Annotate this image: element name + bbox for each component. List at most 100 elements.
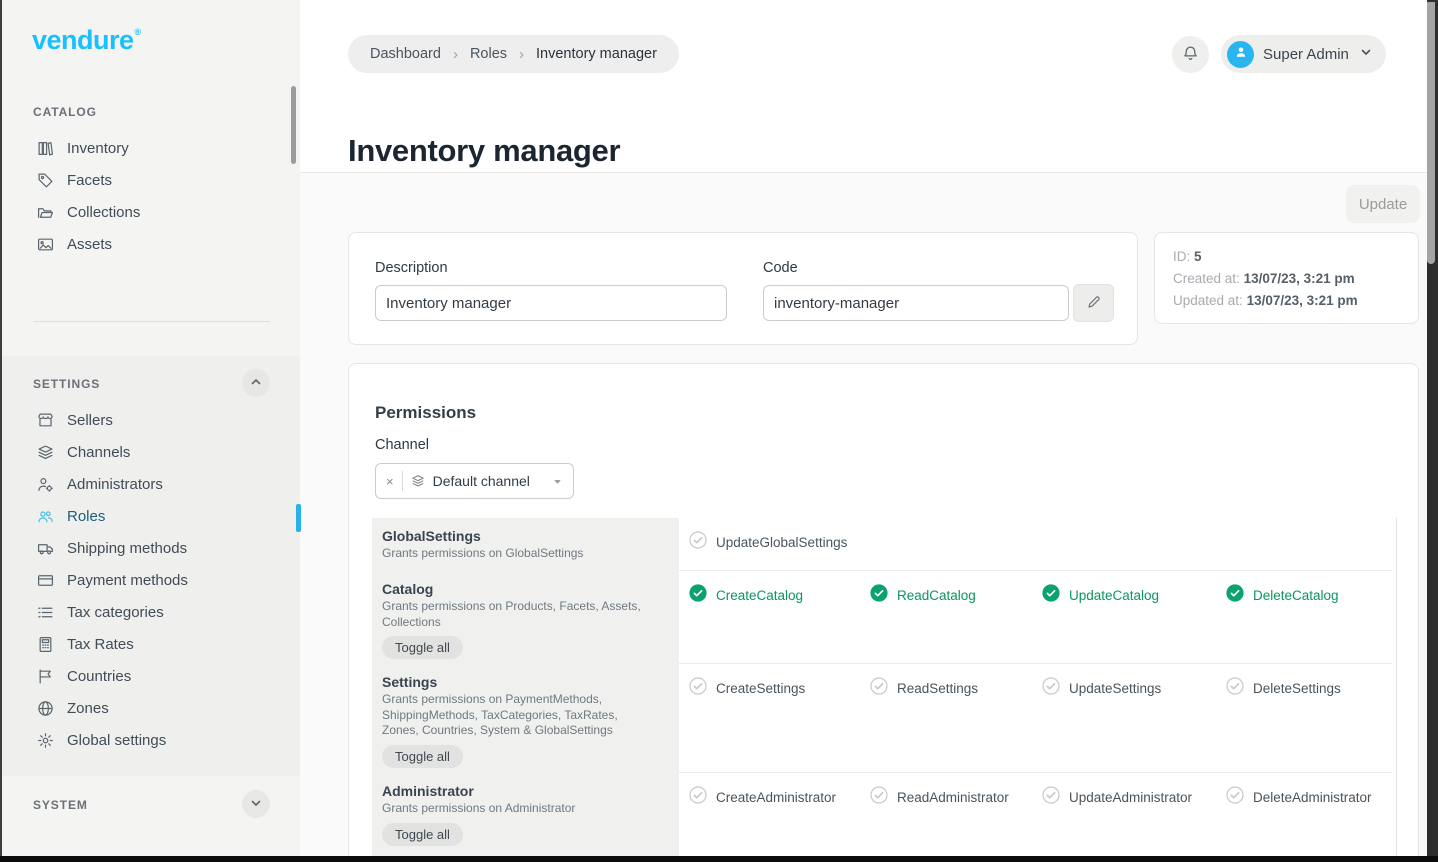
check-circle-icon <box>870 584 888 607</box>
chevron-down-icon <box>1360 45 1372 63</box>
check-circle-icon <box>689 786 707 809</box>
flag-icon <box>37 668 54 685</box>
channel-label: Channel <box>375 437 429 453</box>
check-circle-icon <box>1042 786 1060 809</box>
permission-group-items: UpdateGlobalSettings <box>679 518 1392 571</box>
notifications-button[interactable] <box>1172 36 1209 73</box>
select-divider <box>402 471 403 491</box>
sidebar-section-catalog-header: CATALOG <box>33 105 97 119</box>
permission-checkbox[interactable]: CreateAdministrator <box>689 786 870 809</box>
permission-checkbox[interactable]: ReadCatalog <box>870 584 1042 607</box>
window-bottom-edge <box>0 856 1438 862</box>
permission-checkbox[interactable]: ReadAdministrator <box>870 786 1042 809</box>
permission-checkbox[interactable]: UpdateAdministrator <box>1042 786 1226 809</box>
permissions-table: GlobalSettings Grants permissions on Glo… <box>372 518 1418 862</box>
sidebar-item-shipping-methods[interactable]: Shipping methods <box>2 532 300 564</box>
update-button[interactable]: Update <box>1346 185 1420 223</box>
books-icon <box>37 140 54 157</box>
calculator-icon <box>37 636 54 653</box>
sidebar-item-payment-methods[interactable]: Payment methods <box>2 564 300 596</box>
code-input[interactable] <box>763 285 1069 321</box>
permission-group-administrator: Administrator Grants permissions on Admi… <box>372 773 1418 858</box>
edit-code-button[interactable] <box>1073 284 1114 322</box>
gear-icon <box>37 732 54 749</box>
breadcrumb-roles[interactable]: Roles <box>470 46 507 62</box>
check-circle-icon <box>689 677 707 700</box>
permission-group-items: CreateCatalog ReadCatalog UpdateCatalog … <box>679 571 1392 664</box>
check-circle-icon <box>1226 786 1244 809</box>
permission-checkbox[interactable]: DeleteAdministrator <box>1226 786 1392 809</box>
sidebar-item-channels[interactable]: Channels <box>2 436 300 468</box>
avatar <box>1227 41 1254 68</box>
channel-select[interactable]: × Default channel <box>375 463 574 499</box>
vendure-admin-window: vendure® CATALOG Inventory Facets Collec… <box>0 0 1438 862</box>
page-scrollbar[interactable] <box>1427 0 1438 856</box>
sidebar-item-inventory[interactable]: Inventory <box>2 132 300 164</box>
permission-group-header: Catalog Grants permissions on Products, … <box>372 571 679 664</box>
sidebar-item-administrators[interactable]: Administrators <box>2 468 300 500</box>
settings-nav-list: Sellers Channels Administrators Roles Sh… <box>2 404 300 756</box>
permission-checkbox[interactable]: DeleteSettings <box>1226 677 1392 700</box>
store-icon <box>37 412 54 429</box>
caret-down-icon <box>552 476 563 487</box>
check-circle-icon <box>1042 677 1060 700</box>
description-input[interactable] <box>375 285 727 321</box>
permission-checkbox[interactable]: ReadSettings <box>870 677 1042 700</box>
page-scrollbar-thumb[interactable] <box>1427 2 1435 264</box>
permission-group-header: GlobalSettings Grants permissions on Glo… <box>372 518 679 571</box>
sidebar-item-assets[interactable]: Assets <box>2 228 300 260</box>
permission-checkbox[interactable]: UpdateSettings <box>1042 677 1226 700</box>
chevron-up-icon <box>250 376 262 391</box>
permission-checkbox[interactable]: UpdateGlobalSettings <box>689 531 870 554</box>
toggle-all-button[interactable]: Toggle all <box>382 823 463 846</box>
toggle-all-button[interactable]: Toggle all <box>382 636 463 659</box>
catalog-nav-list: Inventory Facets Collections Assets <box>2 132 300 260</box>
breadcrumb-separator-icon: › <box>519 46 524 63</box>
sidebar-item-roles[interactable]: Roles <box>2 500 300 532</box>
permissions-scrollbar-track[interactable] <box>1396 518 1397 862</box>
folder-icon <box>37 204 54 221</box>
description-label: Description <box>375 260 448 276</box>
sidebar-item-collections[interactable]: Collections <box>2 196 300 228</box>
remove-channel-icon[interactable]: × <box>386 475 394 488</box>
toggle-all-button[interactable]: Toggle all <box>382 745 463 768</box>
user-icon <box>1233 44 1249 65</box>
sidebar-item-countries[interactable]: Countries <box>2 660 300 692</box>
active-nav-indicator <box>296 504 301 532</box>
check-circle-icon <box>870 786 888 809</box>
check-circle-icon <box>689 584 707 607</box>
pencil-icon <box>1086 294 1102 313</box>
sidebar-scrollbar-thumb[interactable] <box>291 86 296 164</box>
permission-checkbox[interactable]: DeleteCatalog <box>1226 584 1392 607</box>
role-detail-card: Description Code <box>348 232 1138 345</box>
registered-mark: ® <box>135 27 141 37</box>
permission-checkbox[interactable]: CreateCatalog <box>689 584 870 607</box>
sidebar-item-tax-categories[interactable]: Tax categories <box>2 596 300 628</box>
permission-checkbox[interactable]: UpdateCatalog <box>1042 584 1226 607</box>
sidebar: vendure® CATALOG Inventory Facets Collec… <box>2 0 300 856</box>
permission-group-settings: Settings Grants permissions on PaymentMe… <box>372 664 1418 773</box>
sidebar-section-settings-header: SETTINGS <box>33 377 100 391</box>
sidebar-item-tax-rates[interactable]: Tax Rates <box>2 628 300 660</box>
user-gear-icon <box>37 476 54 493</box>
vendure-logo[interactable]: vendure® <box>32 25 141 56</box>
breadcrumb-dashboard[interactable]: Dashboard <box>370 46 441 62</box>
sidebar-item-global-settings[interactable]: Global settings <box>2 724 300 756</box>
permission-group-items: CreateSettings ReadSettings UpdateSettin… <box>679 664 1392 773</box>
permissions-card: Permissions Channel × Default channel Gl… <box>348 363 1419 862</box>
system-collapse-button[interactable] <box>242 790 270 818</box>
check-circle-icon <box>1226 584 1244 607</box>
permission-checkbox[interactable]: CreateSettings <box>689 677 870 700</box>
user-name: Super Admin <box>1263 46 1349 63</box>
globe-icon <box>37 700 54 717</box>
sidebar-item-sellers[interactable]: Sellers <box>2 404 300 436</box>
user-menu[interactable]: Super Admin <box>1221 35 1386 73</box>
check-circle-icon <box>689 531 707 554</box>
settings-collapse-button[interactable] <box>242 369 270 397</box>
users-icon <box>37 508 54 525</box>
image-icon <box>37 236 54 253</box>
permission-group-globalsettings: GlobalSettings Grants permissions on Glo… <box>372 518 1418 571</box>
sidebar-item-facets[interactable]: Facets <box>2 164 300 196</box>
sidebar-item-zones[interactable]: Zones <box>2 692 300 724</box>
sidebar-section-system-header: SYSTEM <box>33 798 88 812</box>
